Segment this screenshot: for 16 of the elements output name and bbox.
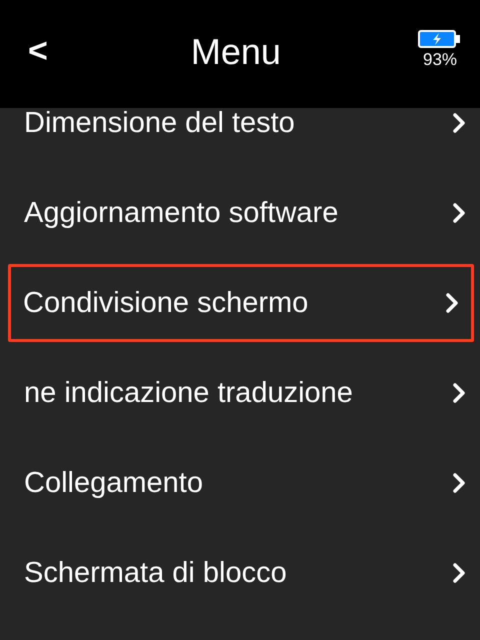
chevron-right-icon [452, 562, 466, 584]
menu-item[interactable]: Collegamento [0, 438, 480, 528]
battery-percentage: 93% [422, 50, 458, 70]
menu-item[interactable]: Schermata di blocco [0, 528, 480, 618]
menu-item[interactable]: ne indicazione traduzione [0, 348, 480, 438]
chevron-right-icon [452, 202, 466, 224]
chevron-right-icon [452, 472, 466, 494]
menu-item[interactable]: Aggiornamento software [0, 168, 480, 258]
menu-item[interactable]: Condivisione schermo [8, 264, 474, 342]
menu-item[interactable]: Dimensione del testo [0, 108, 480, 168]
battery-charging-icon [418, 30, 462, 48]
chevron-right-icon [452, 112, 466, 134]
chevron-right-icon [445, 292, 459, 314]
chevron-right-icon [452, 382, 466, 404]
screen-title: Menu [190, 31, 282, 73]
back-button[interactable]: < [22, 32, 54, 70]
